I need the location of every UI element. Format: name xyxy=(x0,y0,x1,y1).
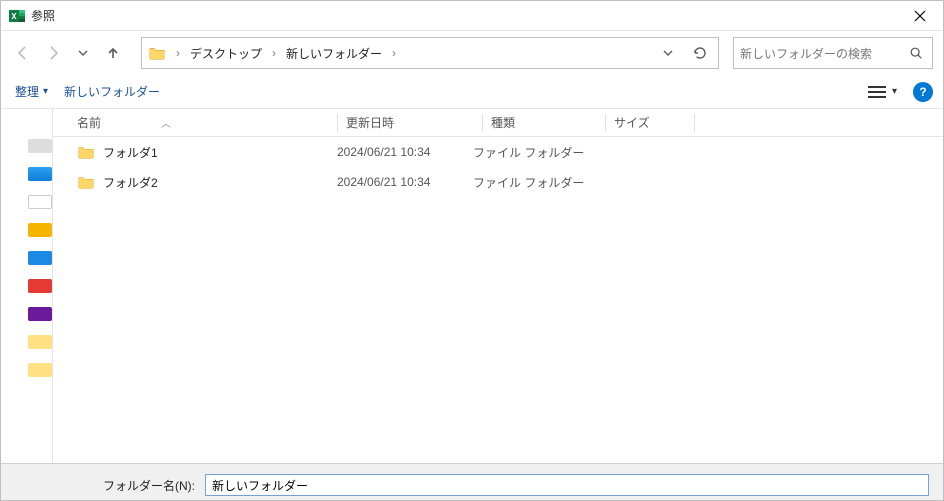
up-button[interactable] xyxy=(101,41,125,65)
sidebar-item[interactable] xyxy=(28,195,52,209)
column-header-size[interactable]: サイズ xyxy=(614,114,694,131)
chevron-down-icon: ▾ xyxy=(892,86,897,97)
sort-indicator-icon: ︿ xyxy=(161,115,171,130)
back-button[interactable] xyxy=(11,41,35,65)
excel-icon xyxy=(9,8,25,24)
forward-button[interactable] xyxy=(41,41,65,65)
address-bar[interactable]: › デスクトップ › 新しいフォルダー › xyxy=(141,37,719,69)
sidebar-item[interactable] xyxy=(28,363,52,377)
chevron-right-icon[interactable]: › xyxy=(268,46,280,60)
chevron-down-icon: ▾ xyxy=(43,86,48,97)
sidebar-item[interactable] xyxy=(28,307,52,321)
address-history-dropdown[interactable] xyxy=(654,39,682,67)
column-header-date[interactable]: 更新日時 xyxy=(346,114,482,131)
footer: フォルダー名(N): xyxy=(1,463,943,500)
search-icon xyxy=(906,46,926,60)
sidebar-item[interactable] xyxy=(28,335,52,349)
search-placeholder: 新しいフォルダーの検索 xyxy=(740,45,906,62)
file-list[interactable]: フォルダ1 2024/06/21 10:34 ファイル フォルダー フォルダ2 … xyxy=(53,137,943,463)
list-item[interactable]: フォルダ1 2024/06/21 10:34 ファイル フォルダー xyxy=(53,137,943,167)
folder-name-input[interactable] xyxy=(205,474,929,496)
list-item[interactable]: フォルダ2 2024/06/21 10:34 ファイル フォルダー xyxy=(53,167,943,197)
breadcrumb-current[interactable]: 新しいフォルダー xyxy=(284,45,384,62)
help-button[interactable]: ? xyxy=(913,82,933,102)
file-pane: 名前 ︿ 更新日時 種類 サイズ xyxy=(53,109,943,463)
column-date-label: 更新日時 xyxy=(346,114,394,131)
column-divider[interactable] xyxy=(337,114,338,132)
nav-tree[interactable] xyxy=(1,109,53,463)
column-divider[interactable] xyxy=(694,114,695,132)
item-name: フォルダ1 xyxy=(103,144,158,161)
column-type-label: 種類 xyxy=(491,114,515,131)
item-type: ファイル フォルダー xyxy=(473,174,587,191)
column-divider[interactable] xyxy=(605,114,606,132)
item-date: 2024/06/21 10:34 xyxy=(337,175,473,189)
view-mode-button[interactable]: ▾ xyxy=(868,85,897,99)
organize-menu[interactable]: 整理 ▾ xyxy=(11,83,52,100)
sidebar-item[interactable] xyxy=(28,251,52,265)
toolbar: 整理 ▾ 新しいフォルダー ▾ ? xyxy=(1,75,943,109)
nav-row: › デスクトップ › 新しいフォルダー › 新しいフォルダーの検索 xyxy=(1,31,943,75)
folder-icon xyxy=(77,143,95,161)
breadcrumb-desktop[interactable]: デスクトップ xyxy=(188,45,264,62)
titlebar: 参照 xyxy=(1,1,943,31)
sidebar-item[interactable] xyxy=(28,139,52,153)
organize-label: 整理 xyxy=(15,83,39,100)
column-name-label: 名前 xyxy=(77,114,101,131)
chevron-right-icon[interactable]: › xyxy=(172,46,184,60)
window-title: 参照 xyxy=(31,7,55,24)
search-input[interactable]: 新しいフォルダーの検索 xyxy=(733,37,933,69)
column-header-name[interactable]: 名前 ︿ xyxy=(77,114,337,131)
item-name: フォルダ2 xyxy=(103,174,158,191)
column-size-label: サイズ xyxy=(614,114,650,131)
column-header-type[interactable]: 種類 xyxy=(491,114,605,131)
new-folder-button[interactable]: 新しいフォルダー xyxy=(60,83,164,100)
refresh-button[interactable] xyxy=(686,39,714,67)
close-button[interactable] xyxy=(897,1,943,31)
column-headers: 名前 ︿ 更新日時 種類 サイズ xyxy=(53,109,943,137)
item-date: 2024/06/21 10:34 xyxy=(337,145,473,159)
sidebar-item[interactable] xyxy=(28,223,52,237)
sidebar-item[interactable] xyxy=(28,279,52,293)
chevron-right-icon[interactable]: › xyxy=(388,46,400,60)
column-divider[interactable] xyxy=(482,114,483,132)
folder-name-label: フォルダー名(N): xyxy=(15,477,195,494)
folder-icon xyxy=(148,44,166,62)
new-folder-label: 新しいフォルダー xyxy=(64,83,160,100)
sidebar-item[interactable] xyxy=(28,167,52,181)
item-type: ファイル フォルダー xyxy=(473,144,587,161)
folder-icon xyxy=(77,173,95,191)
recent-dropdown[interactable] xyxy=(71,41,95,65)
